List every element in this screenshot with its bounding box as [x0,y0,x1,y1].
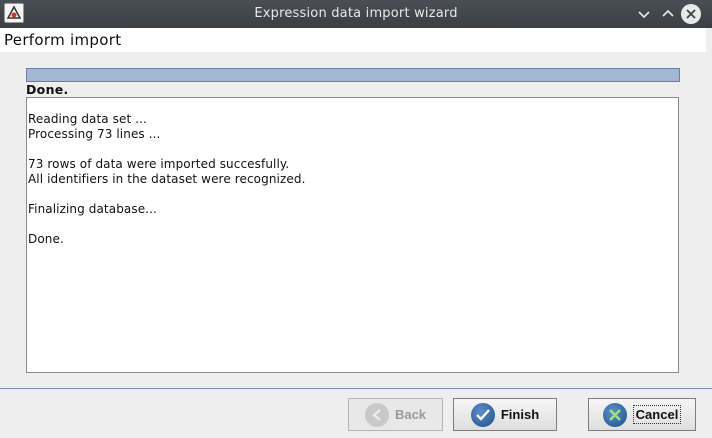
log-line: 73 rows of data were imported succesfull… [28,157,290,171]
back-button-label: Back [394,407,427,422]
page-title: Perform import [0,28,706,52]
window-title: Expression data import wizard [254,6,458,21]
window-titlebar: Expression data import wizard [0,0,712,28]
progress-bar [26,68,680,82]
log-line: Reading data set ... [28,112,147,126]
maximize-icon[interactable] [658,4,678,24]
close-icon[interactable] [681,4,701,24]
log-line: Processing 73 lines ... [28,127,161,141]
progress-fill [27,69,679,81]
minimize-icon[interactable] [634,4,654,24]
cancel-x-icon [602,402,627,427]
finish-button-label: Finish [500,407,540,422]
log-line: Done. [28,232,64,246]
checkmark-icon [470,402,495,427]
back-arrow-icon [364,402,389,427]
log-line: Finalizing database... [28,202,157,216]
finish-button[interactable]: Finish [453,398,557,431]
cancel-button[interactable]: Cancel [588,398,696,431]
import-log[interactable]: Reading data set ... Processing 73 lines… [26,97,679,373]
cancel-button-label: Cancel [632,405,682,424]
back-button[interactable]: Back [348,398,443,431]
footer-separator [0,388,712,389]
status-label: Done. [26,82,69,97]
log-line: All identifiers in the dataset were reco… [28,172,306,186]
